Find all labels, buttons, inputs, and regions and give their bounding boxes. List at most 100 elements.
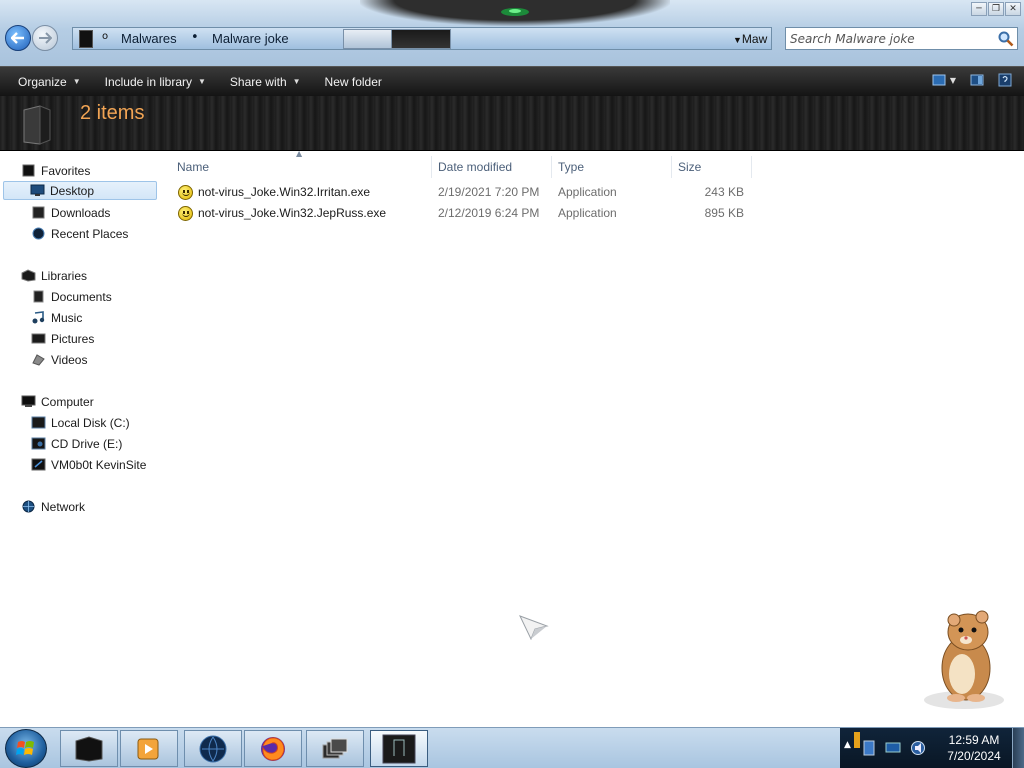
action-center-icon[interactable] bbox=[862, 740, 876, 756]
file-date-modified: 2/19/2021 7:20 PM bbox=[438, 185, 540, 199]
nav-music[interactable]: Music bbox=[31, 308, 82, 327]
hard-drive-icon bbox=[31, 416, 46, 429]
nav-favorites[interactable]: Favorites bbox=[21, 161, 90, 180]
hamster-desktop-pet-icon[interactable] bbox=[918, 600, 1010, 712]
navigation-pane: Favorites Desktop Downloads Recent Place… bbox=[0, 152, 162, 727]
address-dropdown[interactable]: ▼Maw bbox=[733, 32, 767, 46]
desktop-icon bbox=[30, 184, 45, 196]
smiley-face-icon bbox=[178, 206, 193, 221]
address-dropdown-text: Maw bbox=[741, 32, 768, 46]
folder-icon bbox=[75, 735, 103, 762]
smiley-face-icon bbox=[178, 185, 193, 200]
nav-documents[interactable]: Documents bbox=[31, 287, 112, 306]
recent-places-icon bbox=[32, 227, 45, 240]
back-button[interactable] bbox=[5, 25, 31, 51]
new-folder-button[interactable]: New folder bbox=[313, 67, 394, 96]
music-icon bbox=[32, 311, 45, 324]
nav-videos[interactable]: Videos bbox=[31, 350, 87, 369]
address-bar[interactable]: o Malwares • Malware joke ▼Maw bbox=[72, 27, 772, 50]
change-view-icon[interactable] bbox=[932, 73, 946, 87]
maximize-button[interactable]: ❐ bbox=[988, 2, 1004, 16]
nav-local-disk[interactable]: Local Disk (C:) bbox=[31, 413, 130, 432]
column-header-date-modified[interactable]: Date modified bbox=[432, 156, 552, 178]
window-controls: ─ ❐ ✕ bbox=[971, 2, 1021, 16]
forward-button[interactable] bbox=[32, 25, 58, 51]
show-desktop-button[interactable] bbox=[1012, 728, 1024, 768]
documents-icon bbox=[33, 290, 44, 303]
organize-button[interactable]: Organize ▼ bbox=[0, 67, 93, 96]
minimize-button[interactable]: ─ bbox=[971, 2, 987, 16]
file-list: ▲ Name Date modified Type Size not-virus… bbox=[162, 149, 1024, 727]
view-controls: ▼ bbox=[932, 73, 1012, 87]
nav-pictures[interactable]: Pictures bbox=[31, 329, 94, 348]
column-header-size[interactable]: Size bbox=[672, 156, 752, 178]
nav-libraries[interactable]: Libraries bbox=[21, 266, 87, 285]
file-size: 895 KB bbox=[704, 206, 744, 220]
downloads-icon bbox=[32, 206, 45, 219]
nav-network[interactable]: Network bbox=[21, 497, 85, 516]
network-icon bbox=[22, 500, 35, 513]
search-icon[interactable] bbox=[998, 31, 1014, 47]
window-thumbnail-icon bbox=[382, 734, 416, 763]
nav-computer-label: Computer bbox=[41, 394, 94, 409]
title-bar: o Malwares • Malware joke ▼Maw ─ ❐ ✕ bbox=[0, 0, 1024, 66]
nav-computer[interactable]: Computer bbox=[21, 392, 94, 411]
taskbar-app-explorer-window[interactable] bbox=[370, 730, 428, 767]
windows-stack-icon bbox=[322, 738, 348, 758]
taskbar-app-browser[interactable] bbox=[184, 730, 242, 767]
nav-music-label: Music bbox=[51, 310, 83, 325]
file-date-modified: 2/12/2019 6:24 PM bbox=[438, 206, 540, 220]
share-with-button[interactable]: Share with ▼ bbox=[218, 67, 313, 96]
volume-icon[interactable] bbox=[910, 740, 926, 756]
nav-downloads[interactable]: Downloads bbox=[31, 203, 110, 222]
nav-pictures-label: Pictures bbox=[51, 331, 95, 346]
breadcrumb-malware-joke[interactable]: Malware joke bbox=[212, 31, 289, 46]
chevron-down-icon: ▼ bbox=[198, 77, 206, 86]
cd-drive-icon bbox=[31, 437, 46, 450]
nav-vm-share[interactable]: VM0b0t KevinSite bbox=[31, 455, 146, 474]
file-name[interactable]: not-virus_Joke.Win32.Irritan.exe bbox=[198, 185, 370, 199]
file-row[interactable]: not-virus_Joke.Win32.JepRuss.exe 2/12/20… bbox=[176, 203, 756, 223]
column-header-type[interactable]: Type bbox=[552, 156, 672, 178]
include-in-library-button[interactable]: Include in library ▼ bbox=[93, 67, 218, 96]
nav-documents-label: Documents bbox=[51, 289, 112, 304]
taskbar-app-firefox[interactable] bbox=[244, 730, 302, 767]
computer-icon bbox=[21, 395, 36, 407]
show-hidden-icons-button[interactable]: ▲ bbox=[844, 740, 851, 750]
mouse-cursor-icon bbox=[519, 615, 549, 640]
videos-icon bbox=[32, 354, 45, 366]
column-header-name[interactable]: Name bbox=[171, 156, 432, 178]
nav-desktop[interactable]: Desktop bbox=[3, 181, 157, 200]
file-name[interactable]: not-virus_Joke.Win32.JepRuss.exe bbox=[198, 206, 386, 220]
nav-recent-places[interactable]: Recent Places bbox=[31, 224, 128, 243]
title-bar-ornament bbox=[360, 0, 670, 26]
share-with-label: Share with bbox=[229, 74, 287, 89]
taskbar-app-switcher[interactable] bbox=[306, 730, 364, 767]
file-row[interactable]: not-virus_Joke.Win32.Irritan.exe 2/19/20… bbox=[176, 182, 756, 202]
file-size: 243 KB bbox=[704, 185, 744, 199]
taskbar-app-explorer[interactable] bbox=[60, 730, 118, 767]
search-box[interactable] bbox=[785, 27, 1018, 50]
breadcrumb-malwares[interactable]: Malwares bbox=[121, 31, 177, 46]
nav-recent-places-label: Recent Places bbox=[51, 226, 129, 241]
nav-cd-drive-label: CD Drive (E:) bbox=[51, 436, 123, 451]
address-thumbnail bbox=[391, 29, 451, 49]
clock-time[interactable]: 12:59 AM bbox=[942, 733, 1006, 747]
help-icon[interactable] bbox=[998, 73, 1012, 87]
item-count: 2 items bbox=[80, 102, 145, 124]
clock-date[interactable]: 7/20/2024 bbox=[942, 749, 1006, 763]
arrow-right-icon bbox=[39, 32, 52, 44]
search-input[interactable] bbox=[786, 28, 986, 49]
chevron-down-icon[interactable]: ▼ bbox=[950, 76, 956, 85]
chevron-down-icon: ▼ bbox=[292, 77, 301, 86]
nav-libraries-label: Libraries bbox=[41, 268, 88, 283]
network-status-icon[interactable] bbox=[885, 740, 901, 754]
nav-network-label: Network bbox=[41, 499, 86, 514]
nav-favorites-label: Favorites bbox=[41, 163, 91, 178]
taskbar-app-media-player[interactable] bbox=[120, 730, 178, 767]
preview-pane-icon[interactable] bbox=[970, 73, 984, 87]
nav-cd-drive[interactable]: CD Drive (E:) bbox=[31, 434, 122, 453]
close-button[interactable]: ✕ bbox=[1005, 2, 1021, 16]
libraries-icon bbox=[21, 269, 36, 282]
start-button[interactable] bbox=[5, 729, 47, 768]
